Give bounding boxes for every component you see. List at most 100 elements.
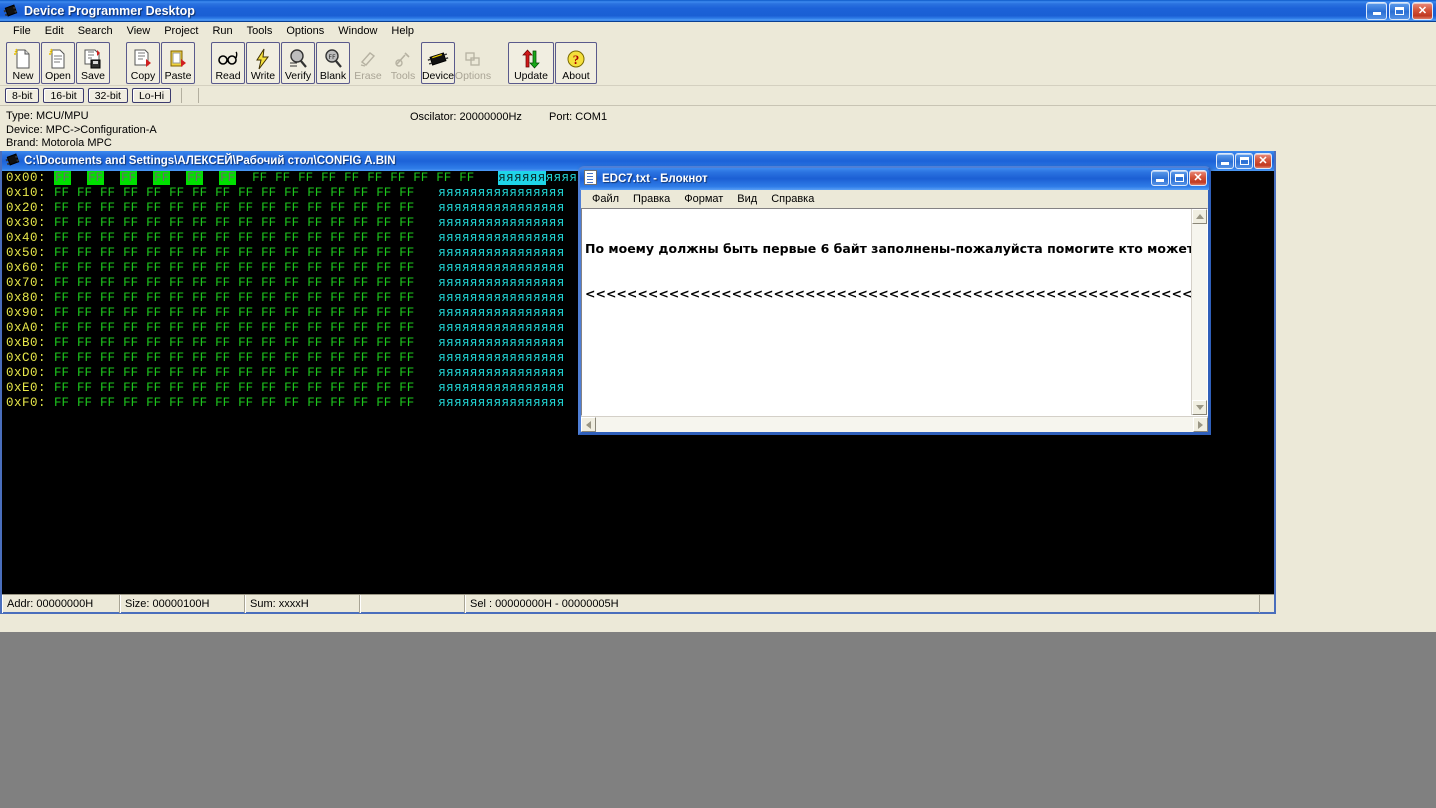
- hex-byte[interactable]: FF: [77, 396, 92, 410]
- hex-byte[interactable]: FF: [169, 186, 184, 200]
- hex-byte[interactable]: FF: [307, 276, 322, 290]
- menu-help[interactable]: Help: [384, 24, 421, 38]
- hex-byte[interactable]: FF: [123, 306, 138, 320]
- hex-byte[interactable]: FF: [376, 381, 391, 395]
- hex-bytes[interactable]: FF FF FF FF FF FF FF FF FF FF FF FF FF FF FF FF: [54, 216, 422, 230]
- hex-byte[interactable]: FF: [192, 396, 207, 410]
- hex-byte[interactable]: FF: [284, 186, 299, 200]
- hex-byte[interactable]: FF: [146, 351, 161, 365]
- bit-16-button[interactable]: 16-bit: [43, 88, 84, 103]
- notepad-text-area[interactable]: По моему должны быть первые 6 байт запол…: [582, 209, 1191, 415]
- hex-byte[interactable]: FF: [252, 171, 267, 185]
- hex-bytes[interactable]: FF FF FF FF FF FF FF FF FF FF FF FF FF FF FF FF: [54, 246, 422, 260]
- hex-byte[interactable]: FF: [238, 291, 253, 305]
- hex-bytes[interactable]: FF FF FF FF FF FF FF FF FF FF FF FF FF FF FF FF: [54, 201, 422, 215]
- hex-byte[interactable]: FF: [307, 261, 322, 275]
- hex-ascii[interactable]: яяяяяяяяяяяяяяяя: [438, 396, 564, 410]
- hex-byte[interactable]: FF: [307, 291, 322, 305]
- hex-byte[interactable]: FF: [376, 321, 391, 335]
- hex-byte[interactable]: FF: [215, 396, 230, 410]
- hex-bytes[interactable]: FF FF FF FF FF FF FF FF FF FF FF FF FF FF FF FF: [54, 321, 422, 335]
- hex-byte[interactable]: FF: [238, 306, 253, 320]
- hex-byte[interactable]: FF: [390, 171, 405, 185]
- hex-byte[interactable]: FF: [146, 261, 161, 275]
- hex-byte[interactable]: FF: [153, 171, 171, 185]
- hex-close-button[interactable]: ✕: [1254, 153, 1272, 169]
- options-button[interactable]: Options: [455, 41, 491, 84]
- hex-byte[interactable]: FF: [284, 396, 299, 410]
- hex-byte[interactable]: FF: [215, 216, 230, 230]
- menu-project[interactable]: Project: [157, 24, 205, 38]
- hex-byte[interactable]: FF: [353, 306, 368, 320]
- hex-byte[interactable]: FF: [307, 321, 322, 335]
- hex-byte[interactable]: FF: [146, 396, 161, 410]
- scroll-left-arrow-icon[interactable]: [581, 417, 596, 432]
- lo-hi-button[interactable]: Lo-Hi: [131, 88, 172, 103]
- hex-byte[interactable]: FF: [238, 201, 253, 215]
- hex-byte[interactable]: FF: [169, 261, 184, 275]
- hex-byte[interactable]: FF: [54, 306, 69, 320]
- hex-byte[interactable]: FF: [192, 276, 207, 290]
- hex-byte[interactable]: FF: [376, 351, 391, 365]
- hex-byte[interactable]: FF: [261, 216, 276, 230]
- open-button[interactable]: Open: [41, 41, 75, 84]
- hex-byte[interactable]: FF: [77, 201, 92, 215]
- hex-byte[interactable]: FF: [100, 276, 115, 290]
- hex-byte[interactable]: FF: [192, 366, 207, 380]
- hex-byte[interactable]: FF: [321, 171, 336, 185]
- hex-byte[interactable]: FF: [123, 291, 138, 305]
- hex-byte[interactable]: FF: [261, 201, 276, 215]
- hex-byte[interactable]: FF: [330, 381, 345, 395]
- hex-byte[interactable]: FF: [169, 321, 184, 335]
- hex-byte[interactable]: FF: [399, 306, 414, 320]
- hex-byte[interactable]: FF: [77, 216, 92, 230]
- horizontal-scroll-track[interactable]: [596, 417, 1193, 432]
- bit-32-button[interactable]: 32-bit: [87, 88, 128, 103]
- erase-button[interactable]: Erase: [351, 41, 385, 84]
- hex-byte[interactable]: FF: [215, 186, 230, 200]
- hex-byte[interactable]: FF: [215, 261, 230, 275]
- hex-byte[interactable]: FF: [284, 306, 299, 320]
- hex-byte[interactable]: FF: [307, 351, 322, 365]
- hex-byte[interactable]: FF: [284, 321, 299, 335]
- hex-byte[interactable]: FF: [284, 351, 299, 365]
- hex-ascii[interactable]: яяяяяяяяяяяяяяяя: [438, 291, 564, 305]
- hex-byte[interactable]: FF: [192, 306, 207, 320]
- hex-byte[interactable]: FF: [215, 291, 230, 305]
- hex-byte[interactable]: FF: [284, 231, 299, 245]
- hex-byte[interactable]: FF: [399, 246, 414, 260]
- hex-byte[interactable]: FF: [100, 381, 115, 395]
- hex-byte[interactable]: FF: [344, 171, 359, 185]
- blank-button[interactable]: FF Blank: [316, 41, 350, 84]
- hex-byte[interactable]: FF: [399, 231, 414, 245]
- hex-byte[interactable]: FF: [307, 306, 322, 320]
- hex-byte[interactable]: FF: [100, 366, 115, 380]
- hex-bytes[interactable]: FF FF FF FF FF FF FF FF FF FF FF FF FF FF FF FF: [54, 396, 422, 410]
- hex-byte[interactable]: FF: [353, 216, 368, 230]
- hex-byte[interactable]: FF: [100, 201, 115, 215]
- vertical-scroll-track[interactable]: [1192, 224, 1207, 400]
- notepad-menu-format[interactable]: Формат: [677, 192, 730, 206]
- hex-byte[interactable]: FF: [146, 186, 161, 200]
- hex-bytes[interactable]: FF FF FF FF FF FF FF FF FF FF FF FF FF FF FF FF: [54, 381, 422, 395]
- hex-byte[interactable]: FF: [284, 381, 299, 395]
- hex-byte[interactable]: FF: [54, 396, 69, 410]
- hex-byte[interactable]: FF: [192, 186, 207, 200]
- hex-byte[interactable]: FF: [169, 381, 184, 395]
- hex-byte[interactable]: FF: [353, 231, 368, 245]
- hex-byte[interactable]: FF: [215, 201, 230, 215]
- close-button[interactable]: ✕: [1412, 2, 1433, 20]
- hex-bytes[interactable]: FF FF FF FF FF FF FF FF FF FF FF FF FF FF FF FF: [54, 171, 482, 185]
- hex-byte[interactable]: FF: [261, 321, 276, 335]
- hex-byte[interactable]: FF: [307, 366, 322, 380]
- hex-byte[interactable]: FF: [238, 396, 253, 410]
- hex-byte[interactable]: FF: [123, 321, 138, 335]
- hex-byte[interactable]: FF: [261, 186, 276, 200]
- hex-byte[interactable]: FF: [376, 291, 391, 305]
- hex-byte[interactable]: FF: [376, 306, 391, 320]
- hex-byte[interactable]: FF: [123, 231, 138, 245]
- hex-ascii[interactable]: яяяяяяяяяяяяяяяя: [438, 351, 564, 365]
- hex-bytes[interactable]: FF FF FF FF FF FF FF FF FF FF FF FF FF FF FF FF: [54, 186, 422, 200]
- hex-byte[interactable]: FF: [330, 201, 345, 215]
- hex-byte[interactable]: FF: [238, 216, 253, 230]
